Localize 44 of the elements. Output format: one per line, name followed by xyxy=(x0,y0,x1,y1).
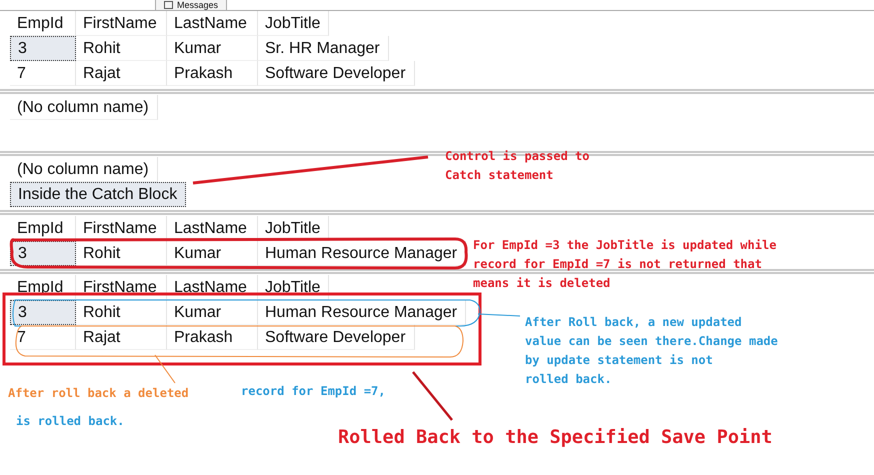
leader-line xyxy=(154,354,176,384)
table-cell[interactable]: 3 xyxy=(10,300,76,325)
table-cell[interactable]: Rohit xyxy=(76,241,167,266)
column-header[interactable]: LastName xyxy=(167,275,258,300)
leader-line xyxy=(478,314,520,316)
annotation-text: After Roll back, a new updated value can be seen there.Change made by update statement is not rolled back. xyxy=(525,314,778,388)
table-cell[interactable]: Rajat xyxy=(76,325,167,350)
column-header[interactable]: LastName xyxy=(167,216,258,241)
table-cell[interactable]: Kumar xyxy=(167,300,258,325)
table-cell[interactable]: 3 xyxy=(10,241,76,266)
column-header[interactable]: FirstName xyxy=(76,11,167,36)
table-cell[interactable]: Prakash xyxy=(167,325,258,350)
column-header[interactable]: (No column name) xyxy=(10,95,158,120)
tab-label: Messages xyxy=(177,0,218,10)
column-header[interactable]: JobTitle xyxy=(258,275,330,300)
annotation-title: Rolled Back to the Specified Save Point xyxy=(338,426,772,450)
table-cell[interactable]: Prakash xyxy=(167,61,258,86)
table-cell[interactable]: 7 xyxy=(10,325,76,350)
table-cell[interactable]: Human Resource Manager xyxy=(258,241,466,266)
table-cell[interactable]: Software Developer xyxy=(258,325,415,350)
table-cell[interactable]: Rohit xyxy=(76,36,167,61)
table-cell[interactable]: Human Resource Manager xyxy=(258,300,466,325)
document-icon xyxy=(164,1,173,9)
table-cell[interactable]: Inside the Catch Block xyxy=(10,182,186,207)
column-header[interactable]: JobTitle xyxy=(258,11,330,36)
table-cell[interactable]: Rohit xyxy=(76,300,167,325)
column-header[interactable]: JobTitle xyxy=(258,216,330,241)
table-cell[interactable]: 3 xyxy=(10,36,76,61)
annotation-text: For EmpId =3 the JobTitle is updated while record for EmpId =7 is not returned that means it is deleted xyxy=(473,237,776,292)
annotation-text: After roll back a deleted xyxy=(8,385,189,402)
table-cell[interactable]: Kumar xyxy=(167,36,258,61)
table-cell[interactable]: Software Developer xyxy=(258,61,415,86)
table-cell[interactable]: Rajat xyxy=(76,61,167,86)
column-header[interactable]: FirstName xyxy=(76,216,167,241)
column-header[interactable]: FirstName xyxy=(76,275,167,300)
annotation-text: Control is passed to Catch statement xyxy=(445,148,590,184)
annotation-text: is rolled back. xyxy=(16,413,124,430)
table-cell[interactable]: Kumar xyxy=(167,241,258,266)
leader-line xyxy=(412,371,453,421)
table-cell[interactable]: Sr. HR Manager xyxy=(258,36,389,61)
messages-tab[interactable]: Messages xyxy=(155,0,228,10)
annotation-text: record for EmpId =7, xyxy=(241,383,386,400)
table-cell[interactable]: 7 xyxy=(10,61,76,86)
column-header[interactable]: LastName xyxy=(167,11,258,36)
